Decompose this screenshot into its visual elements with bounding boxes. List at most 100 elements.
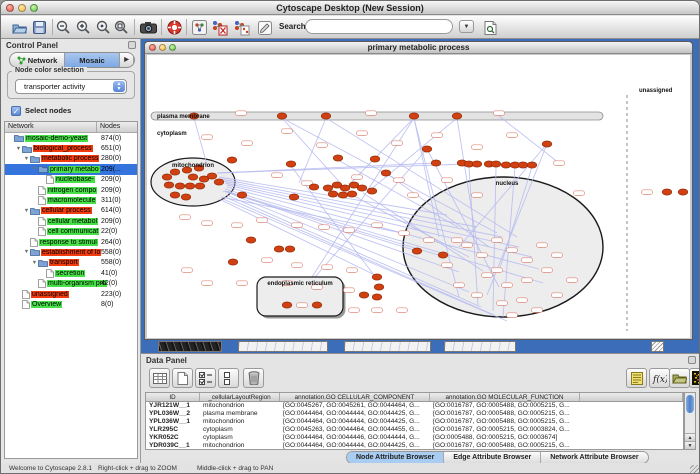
table-row[interactable]: YPL036W__1mitochondrion[GO:0044464, GO:0… [146, 418, 683, 426]
expand-arrow-icon[interactable]: ▼ [31, 166, 38, 172]
gene-node[interactable] [472, 145, 483, 150]
column-header[interactable]: annotation.GO MOLECULAR_FUNCTION [430, 393, 580, 401]
selected-gene-node[interactable] [188, 174, 198, 180]
app-titlebar[interactable]: Cytoscape Desktop (New Session) [1, 1, 699, 15]
selected-gene-node[interactable] [381, 170, 391, 176]
gene-node[interactable] [532, 308, 543, 313]
gene-node[interactable] [292, 263, 303, 268]
selected-gene-node[interactable] [452, 113, 462, 119]
table-cell[interactable]: [GO:0044464, GO:0044444, GO:0044425, G..… [280, 410, 430, 418]
tree-header[interactable]: Network Nodes [5, 122, 137, 133]
selected-gene-node[interactable] [289, 194, 299, 200]
background-window-thumbnail[interactable] [238, 341, 328, 352]
tab-edge-attribute-browser[interactable]: Edge Attribute Browser [444, 452, 541, 463]
gene-node[interactable] [357, 131, 368, 136]
create-network-view-icon[interactable] [190, 18, 209, 37]
destroy-network-view-icon[interactable] [210, 18, 229, 37]
gene-node[interactable] [257, 218, 268, 223]
table-row[interactable]: YKR052Ccytoplasm[GO:0044464, GO:0044446,… [146, 434, 683, 442]
selected-gene-node[interactable] [323, 185, 333, 191]
tree-row-metabolic-process[interactable]: ▼metabolic process280(0) [5, 154, 137, 164]
scrollbar-thumb[interactable] [686, 395, 694, 413]
selected-gene-node[interactable] [162, 174, 172, 180]
tree-row-nucleobase-[interactable]: nucleobase-209(0) [5, 175, 137, 185]
gene-node[interactable] [424, 238, 435, 243]
gene-node[interactable] [494, 111, 505, 116]
selected-gene-node[interactable] [228, 259, 238, 265]
selected-gene-node[interactable] [422, 146, 432, 152]
gene-node[interactable] [507, 313, 518, 318]
gene-node[interactable] [344, 228, 355, 233]
gene-node[interactable] [347, 268, 358, 273]
zoom-window-icon[interactable] [30, 4, 38, 12]
selected-gene-node[interactable] [285, 246, 295, 252]
tree-row-macromolecule[interactable]: macromolecule311(0) [5, 195, 137, 205]
select-nodes-checkbox[interactable]: ✓ [11, 106, 21, 116]
expand-arrow-icon[interactable]: ▼ [23, 208, 30, 214]
gene-node[interactable] [492, 238, 503, 243]
import-attributes-folder-icon[interactable] [669, 368, 690, 388]
table-cell[interactable]: [GO:0044464, GO:0044446, GO:0044444, G..… [280, 434, 430, 442]
table-cell[interactable]: cytoplasm [200, 426, 280, 434]
selected-gene-node[interactable] [170, 192, 180, 198]
tab-network-attribute-browser[interactable]: Network Attribute Browser [541, 452, 647, 463]
column-header[interactable]: ID [146, 393, 200, 401]
gene-node[interactable] [236, 111, 247, 116]
selected-gene-node[interactable] [181, 194, 191, 200]
gene-node[interactable] [462, 243, 473, 248]
scroll-up-icon[interactable]: ▲ [685, 433, 695, 441]
selected-gene-node[interactable] [312, 302, 322, 308]
gene-node[interactable] [349, 308, 360, 313]
selected-gene-node[interactable] [357, 185, 367, 191]
new-attribute-icon[interactable] [172, 368, 193, 388]
column-header[interactable]: annotation.GO CELLULAR_COMPONENT [280, 393, 430, 401]
gene-node[interactable] [202, 135, 213, 140]
selected-gene-node[interactable] [214, 179, 224, 185]
close-icon[interactable] [6, 4, 14, 12]
background-window-thumbnail[interactable] [344, 341, 431, 352]
selected-gene-node[interactable] [309, 184, 319, 190]
expand-arrow-icon[interactable]: ▼ [23, 249, 30, 255]
annotation-icon[interactable] [255, 18, 274, 37]
table-cell[interactable]: [GO:0045263, GO:0044464, GO:0044455, G..… [280, 426, 430, 434]
float-panel-icon[interactable] [688, 356, 696, 364]
table-cell[interactable]: cytoplasm [200, 434, 280, 442]
tab-mosaic[interactable]: Mosaic [65, 53, 120, 67]
table-cell[interactable]: [GO:0016787, GO:0005488, GO:0005215, G..… [430, 410, 580, 418]
gene-node[interactable] [394, 178, 405, 183]
gene-node[interactable] [262, 258, 273, 263]
background-window-thumbnail[interactable] [158, 341, 222, 352]
zoom-out-icon[interactable] [54, 18, 73, 37]
tree-row-cellular-metabol[interactable]: cellular metabol209(0) [5, 216, 137, 226]
gene-node[interactable] [472, 293, 483, 298]
selected-gene-node[interactable] [542, 141, 552, 147]
tree-row-mosaic-demo-yeast[interactable]: mosaic-demo-yeast874(0) [5, 133, 137, 143]
table-cell[interactable]: [GO:0016787, GO:0005488, GO:0005215, G..… [430, 418, 580, 426]
gene-node[interactable] [552, 253, 563, 258]
attribute-table-icon[interactable] [149, 368, 170, 388]
selected-gene-node[interactable] [374, 284, 384, 290]
background-window-thumbnail[interactable] [444, 341, 516, 352]
selected-gene-node[interactable] [164, 182, 174, 188]
attribute-table-header[interactable]: ID_cellularLayoutRegionannotation.GO CEL… [146, 393, 683, 402]
tree-row-multi-organism-pro[interactable]: multi-organism pro42(0) [5, 278, 137, 288]
tree-row-biological-process[interactable]: ▼biological_process651(0) [5, 143, 137, 153]
gene-node[interactable] [397, 308, 408, 313]
table-cell[interactable]: YPL036W__2 [146, 410, 200, 418]
selected-gene-node[interactable] [321, 113, 331, 119]
plasma-membrane-region[interactable] [151, 112, 603, 120]
zoom-selected-icon[interactable] [94, 18, 113, 37]
help-lifesaver-icon[interactable] [165, 18, 184, 37]
minimize-icon[interactable] [159, 44, 166, 51]
selected-gene-node[interactable] [491, 161, 501, 167]
table-row[interactable]: YLR295Ccytoplasm[GO:0045263, GO:0044464,… [146, 426, 683, 434]
zoom-window-icon[interactable] [169, 44, 176, 51]
gene-node[interactable] [502, 283, 513, 288]
selected-gene-node[interactable] [367, 188, 377, 194]
expand-arrow-icon[interactable]: ▼ [23, 156, 30, 162]
tree-row-nitrogen-compo[interactable]: nitrogen compo209(0) [5, 185, 137, 195]
attribute-table[interactable]: ID_cellularLayoutRegionannotation.GO CEL… [145, 392, 684, 450]
destroy-network-icon[interactable] [232, 18, 251, 37]
table-cell[interactable]: mitochondrion [200, 442, 280, 450]
table-cell[interactable]: mitochondrion [200, 418, 280, 426]
